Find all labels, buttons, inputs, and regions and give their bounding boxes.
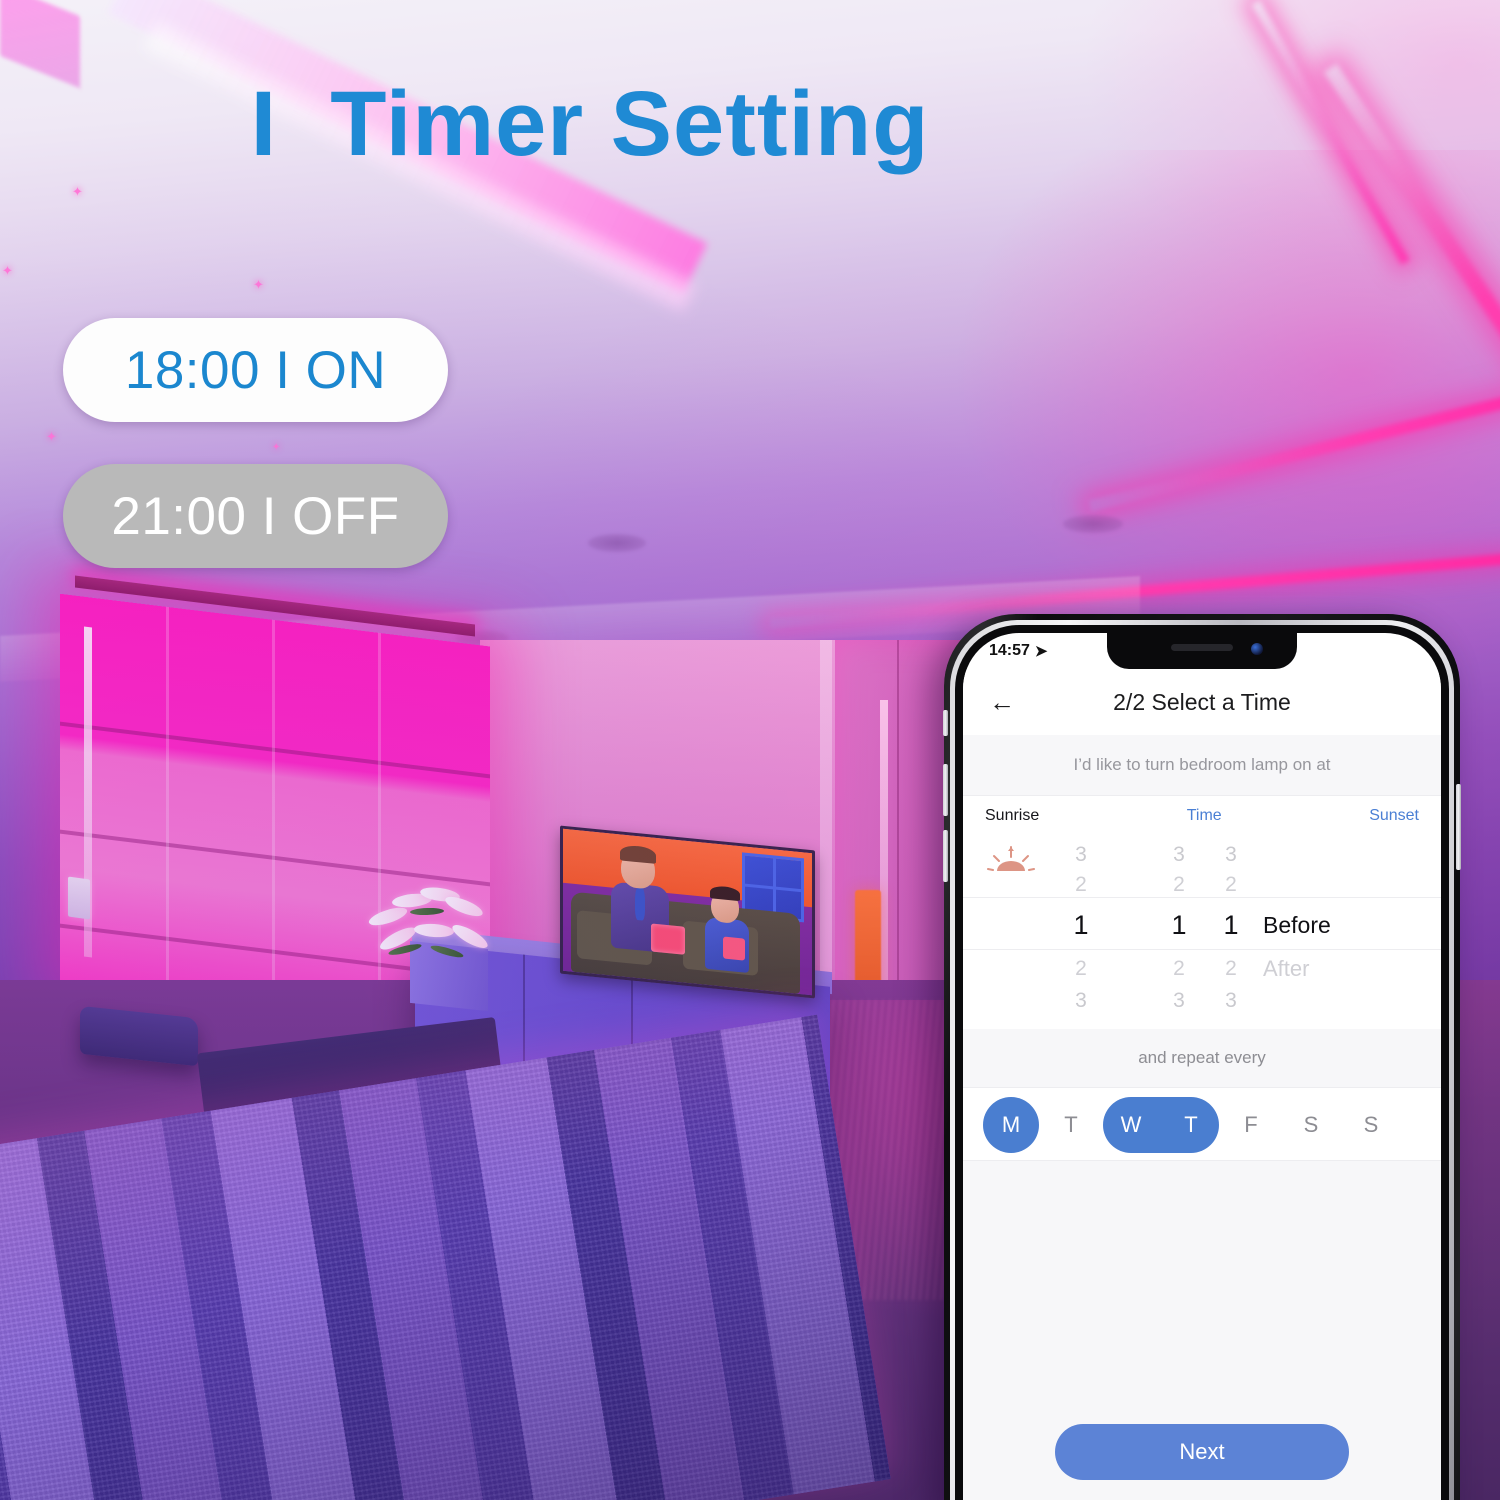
picker-row-0: 3 3 3 (963, 839, 1441, 871)
picker-row-selected: 1 1 1 Before (963, 905, 1441, 945)
volume-up-button[interactable] (943, 764, 948, 816)
sparkle-5: ✦ (272, 442, 281, 453)
day-tuesday[interactable]: T (1043, 1088, 1099, 1162)
picker-min-selected: 1 (1223, 909, 1239, 940)
picker-tens-0: 3 (1173, 843, 1185, 866)
ceiling-spot-2 (588, 534, 646, 552)
app-body: I’d like to turn bedroom lamp on at Sunr… (963, 735, 1441, 1500)
sparkle-2: ✦ (2, 263, 13, 278)
day-wednesday[interactable]: W (1103, 1088, 1159, 1162)
picker-row-4: 3 3 3 (963, 985, 1441, 1017)
status-bar-time: 14:57 (989, 642, 1030, 659)
next-button[interactable]: Next (1055, 1424, 1349, 1480)
picker-offset-3: After (1263, 956, 1310, 981)
picker-tens-3: 2 (1173, 957, 1185, 980)
picker-row-3: 2 2 2 After (963, 953, 1441, 985)
picker-hour-4: 3 (1075, 989, 1087, 1012)
instruction-text: I’d like to turn bedroom lamp on at (963, 735, 1441, 795)
sparkle-4: ✦ (46, 429, 57, 444)
volume-down-button[interactable] (943, 830, 948, 882)
timer-pill-off-label: 21:00 I OFF (111, 486, 400, 546)
smartphone-mockup: 14:57 ➤ ← 2/2 Select a Time I’d like to … (943, 614, 1461, 1500)
day-saturday[interactable]: S (1283, 1088, 1339, 1162)
picker-hour-selected: 1 (1073, 909, 1089, 940)
power-button[interactable] (1456, 784, 1461, 870)
app-screen-title: 2/2 Select a Time (1113, 688, 1291, 715)
picker-hour-1: 2 (1075, 873, 1087, 896)
tab-time[interactable]: Time (1039, 807, 1369, 825)
day-friday[interactable]: F (1223, 1088, 1279, 1162)
timer-pill-off: 21:00 I OFF (63, 464, 448, 568)
picker-offset-selected: Before (1263, 911, 1331, 938)
mode-tabs: Sunrise Time Sunset (963, 795, 1441, 835)
tab-sunset[interactable]: Sunset (1369, 807, 1419, 825)
back-arrow-icon[interactable]: ← (985, 685, 1019, 719)
picker-min-0: 3 (1225, 843, 1237, 866)
picker-columns: 3 3 3 2 2 2 1 1 1 Before 2 2 2 After 3 3… (963, 835, 1441, 1029)
day-thursday[interactable]: T (1163, 1088, 1219, 1162)
picker-hour-3: 2 (1075, 957, 1087, 980)
picker-hour-0: 3 (1075, 843, 1087, 866)
tab-sunrise[interactable]: Sunrise (985, 807, 1039, 825)
picker-min-3: 2 (1225, 957, 1237, 980)
sparkle-1: ✦ (72, 184, 83, 199)
picker-min-1: 2 (1225, 873, 1237, 896)
ceiling-spot-3 (1063, 515, 1123, 533)
time-picker[interactable]: 3 3 3 2 2 2 1 1 1 Before 2 2 2 After 3 3… (963, 835, 1441, 1029)
day-monday[interactable]: M (983, 1088, 1039, 1162)
timer-pill-on-label: 18:00 I ON (124, 340, 387, 400)
picker-tens-selected: 1 (1171, 909, 1187, 940)
picker-min-4: 3 (1225, 989, 1237, 1012)
location-arrow-icon: ➤ (1034, 642, 1048, 660)
repeat-label: and repeat every (963, 1029, 1441, 1087)
mute-switch-button[interactable] (943, 710, 948, 736)
page-title: I Timer Setting (250, 73, 930, 175)
sparkle-3: ✦ (253, 277, 264, 292)
timer-pill-on: 18:00 I ON (63, 318, 448, 422)
next-button-container: Next (963, 1424, 1441, 1480)
day-selector: M T W T F S S (963, 1087, 1441, 1161)
flower-bouquet (358, 880, 508, 966)
wall-switch (68, 876, 90, 920)
status-bar: 14:57 ➤ (963, 633, 1441, 669)
app-header: ← 2/2 Select a Time (963, 669, 1441, 735)
picker-tens-4: 3 (1173, 989, 1185, 1012)
picker-row-1: 2 2 2 (963, 869, 1441, 901)
day-sunday[interactable]: S (1343, 1088, 1399, 1162)
picker-tens-1: 2 (1173, 873, 1185, 896)
television (560, 825, 815, 999)
phone-screen: 14:57 ➤ ← 2/2 Select a Time I’d like to … (963, 633, 1441, 1500)
